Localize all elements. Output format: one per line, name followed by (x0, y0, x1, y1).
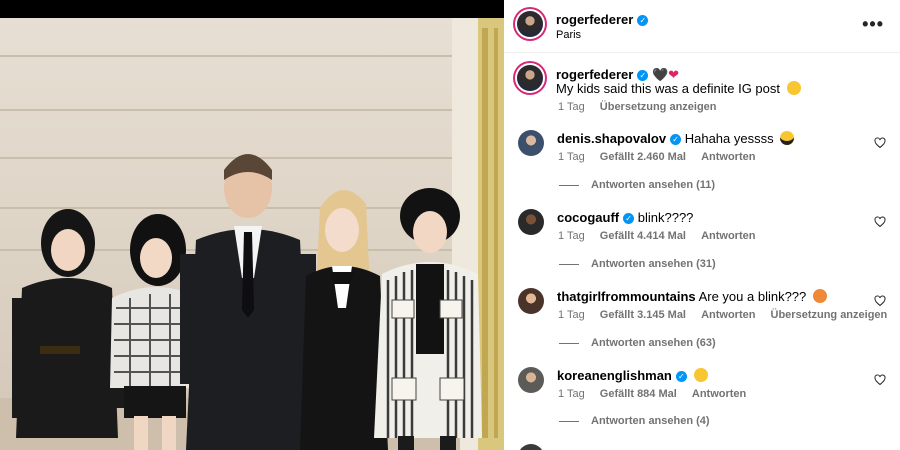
reply-button[interactable]: Antworten (701, 309, 755, 321)
verified-badge-icon: ✓ (637, 15, 649, 26)
translate-link[interactable]: Übersetzung anzeigen (771, 309, 888, 321)
comment-text-row: thatgirlfrommountains Are you a blink??? (557, 289, 827, 304)
sunglasses-face-icon (780, 131, 795, 145)
replies-divider (559, 184, 579, 186)
comment-time[interactable]: 1 Tag (558, 309, 585, 321)
verified-badge-icon: ✓ (637, 70, 649, 81)
replies-divider (559, 342, 579, 344)
verified-badge-icon: ✓ (675, 371, 687, 382)
comment-time[interactable]: 1 Tag (558, 230, 585, 242)
black-heart-icon: 🖤 (651, 67, 669, 82)
group-photo-illustration (0, 18, 504, 450)
comment-text-row: koreanenglishman ✓ (557, 368, 708, 383)
reply-button[interactable]: Antworten (701, 151, 755, 163)
comment-avatar[interactable] (518, 288, 544, 314)
comment-avatar[interactable] (518, 209, 544, 235)
post-photo[interactable] (0, 18, 504, 450)
verified-badge-icon: ✓ (623, 213, 635, 224)
comment-text-row: denis.shapovalov ✓ Hahaha yessss (557, 131, 795, 146)
view-replies-label[interactable]: Antworten ansehen (63) (591, 337, 716, 349)
author-avatar[interactable] (517, 11, 543, 37)
author-username-row[interactable]: rogerfederer ✓ (556, 12, 649, 27)
more-horizontal-icon[interactable]: ••• (862, 14, 884, 35)
like-heart-icon[interactable] (874, 137, 886, 149)
post-location[interactable]: Paris (556, 29, 581, 41)
smiling-face-icon (786, 81, 801, 95)
caption-meta: 1 Tag Übersetzung anzeigen (558, 101, 729, 113)
comment-avatar[interactable] (518, 367, 544, 393)
comment-meta: 1 Tag Gefällt 4.414 Mal Antworten (558, 230, 767, 242)
comment-avatar[interactable] (518, 130, 544, 156)
comments-panel: rogerfederer ✓ Paris ••• rogerfederer ✓ 🖤❤… (504, 0, 900, 450)
comment-likes[interactable]: Gefällt 2.460 Mal (600, 151, 686, 163)
comment-username[interactable]: denis.shapovalov (557, 131, 666, 146)
caption-avatar[interactable] (517, 65, 543, 91)
view-replies-label[interactable]: Antworten ansehen (4) (591, 415, 710, 427)
comment-meta: 1 Tag Gefällt 3.145 Mal Antworten Überse… (558, 309, 899, 321)
top-bar (0, 0, 504, 18)
reply-button[interactable]: Antworten (692, 388, 746, 400)
comment-text: blink???? (637, 210, 694, 225)
red-heart-icon: ❤ (668, 67, 680, 82)
view-replies-button[interactable]: Antworten ansehen (11) (559, 179, 715, 191)
view-replies-button[interactable]: Antworten ansehen (63) (559, 337, 716, 349)
comment-meta: 1 Tag Gefällt 884 Mal Antworten (558, 388, 758, 400)
comment-text-row: cocogauff ✓ blink???? (557, 210, 693, 225)
like-heart-icon[interactable] (874, 295, 886, 307)
caption-time[interactable]: 1 Tag (558, 101, 585, 113)
comment-likes[interactable]: Gefällt 3.145 Mal (600, 309, 686, 321)
author-username[interactable]: rogerfederer (556, 12, 633, 27)
comment-time[interactable]: 1 Tag (558, 151, 585, 163)
caption-translate-link[interactable]: Übersetzung anzeigen (600, 101, 717, 113)
comment-likes[interactable]: Gefällt 884 Mal (600, 388, 677, 400)
comment-likes[interactable]: Gefällt 4.414 Mal (600, 230, 686, 242)
view-replies-button[interactable]: Antworten ansehen (31) (559, 258, 716, 270)
view-replies-label[interactable]: Antworten ansehen (31) (591, 258, 716, 270)
like-heart-icon[interactable] (874, 374, 886, 386)
replies-divider (559, 420, 579, 422)
comment-time[interactable]: 1 Tag (558, 388, 585, 400)
reply-button[interactable]: Antworten (701, 230, 755, 242)
caption-text-row: My kids said this was a definite IG post (556, 81, 801, 96)
comment-meta: 1 Tag Gefällt 2.460 Mal Antworten (558, 151, 767, 163)
caption-username[interactable]: rogerfederer (556, 67, 633, 82)
post-header: rogerfederer ✓ Paris ••• (504, 0, 900, 53)
comment-username[interactable]: cocogauff (557, 210, 619, 225)
caption-text: My kids said this was a definite IG post (556, 81, 780, 96)
comment-text: Are you a blink??? (698, 289, 807, 304)
view-replies-button[interactable]: Antworten ansehen (4) (559, 415, 710, 427)
surprised-face-icon (693, 368, 708, 382)
comment-username[interactable]: thatgirlfrommountains (557, 289, 696, 304)
verified-badge-icon: ✓ (670, 134, 682, 145)
like-heart-icon[interactable] (874, 216, 886, 228)
heart-eyes-face-icon (812, 289, 827, 303)
replies-divider (559, 263, 579, 265)
comment-text: Hahaha yessss (684, 131, 774, 146)
comment-username[interactable]: koreanenglishman (557, 368, 672, 383)
view-replies-label[interactable]: Antworten ansehen (11) (591, 179, 715, 191)
comment-avatar[interactable] (518, 444, 544, 450)
